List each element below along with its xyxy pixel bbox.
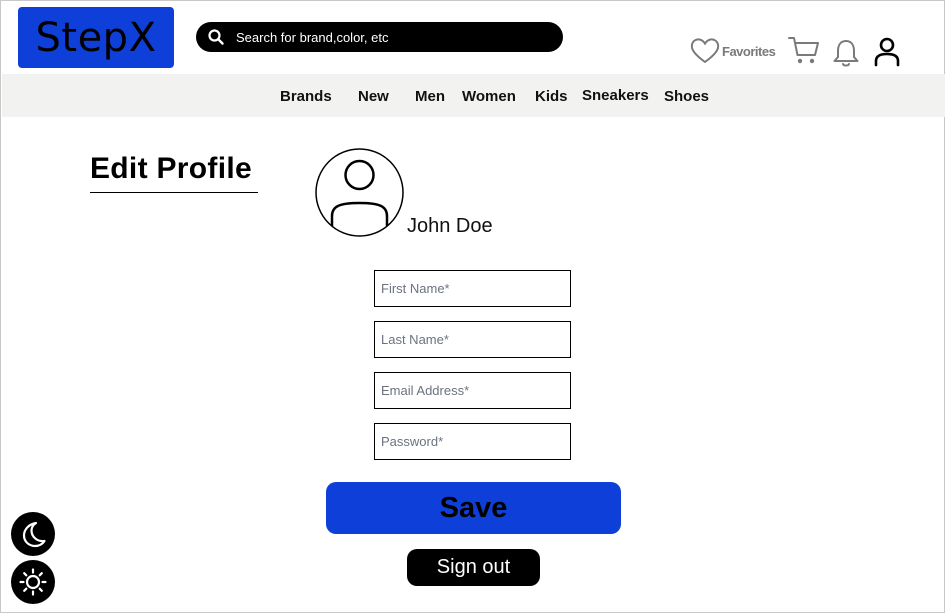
save-button[interactable]: Save: [326, 482, 621, 534]
heart-icon: [690, 38, 720, 63]
page-title: Edit Profile: [90, 152, 252, 185]
page: StepX Favorites Brands New Men Women Kid…: [0, 0, 945, 613]
nav-item-sneakers[interactable]: Sneakers: [582, 87, 649, 104]
sun-icon: [19, 568, 47, 596]
cart-icon[interactable]: [788, 35, 820, 65]
search-icon[interactable]: [208, 29, 224, 45]
nav-item-kids[interactable]: Kids: [535, 88, 568, 105]
avatar-icon[interactable]: [315, 148, 404, 237]
dark-mode-button[interactable]: [11, 512, 55, 556]
favorites-label: Favorites: [722, 43, 776, 59]
title-underline: [90, 192, 258, 193]
nav-item-brands[interactable]: Brands: [280, 88, 332, 105]
user-icon[interactable]: [873, 37, 901, 67]
stepx-logo[interactable]: StepX: [18, 7, 174, 68]
nav-item-women[interactable]: Women: [462, 88, 516, 105]
search-bar[interactable]: [196, 22, 563, 52]
light-mode-button[interactable]: [11, 560, 55, 604]
nav-item-shoes[interactable]: Shoes: [664, 88, 709, 105]
last-name-field[interactable]: [374, 321, 571, 358]
nav-item-new[interactable]: New: [358, 88, 389, 105]
user-name: John Doe: [407, 215, 493, 237]
sign-out-button[interactable]: Sign out: [407, 549, 540, 586]
email-field[interactable]: [374, 372, 571, 409]
password-field[interactable]: [374, 423, 571, 460]
first-name-field[interactable]: [374, 270, 571, 307]
category-nav: Brands New Men Women Kids Sneakers Shoes: [2, 74, 945, 117]
favorites-button[interactable]: Favorites: [690, 37, 776, 65]
nav-item-men[interactable]: Men: [415, 88, 445, 105]
bell-icon[interactable]: [831, 38, 861, 68]
moon-icon: [22, 521, 46, 548]
search-input[interactable]: [236, 29, 536, 45]
